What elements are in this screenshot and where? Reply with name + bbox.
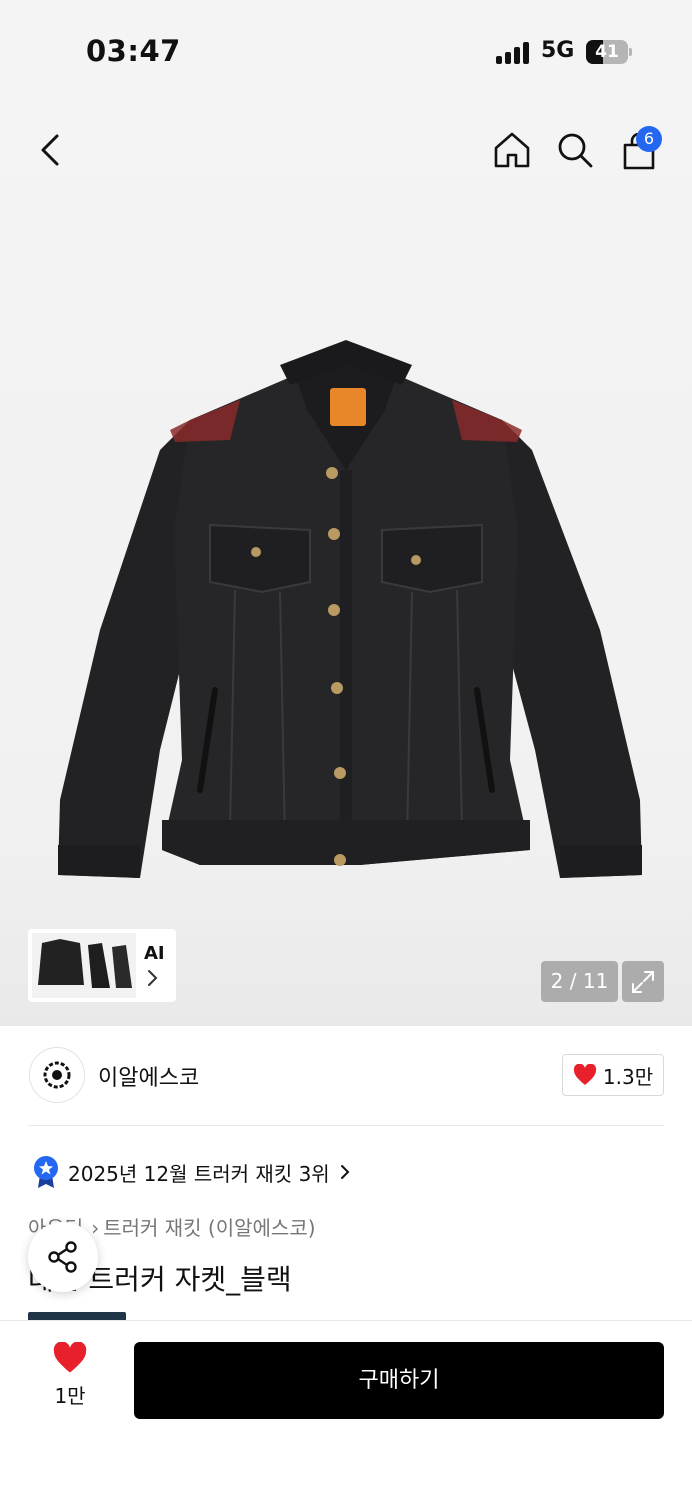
divider bbox=[28, 1125, 664, 1126]
ai-thumbnail-button[interactable]: AI bbox=[28, 929, 176, 1002]
battery-icon: 41 bbox=[586, 40, 632, 64]
status-bar: 03:47 5G 41 bbox=[0, 0, 692, 100]
product-tag bbox=[28, 1312, 126, 1320]
network-label: 5G bbox=[541, 38, 575, 63]
ai-label: AI bbox=[144, 943, 165, 964]
share-icon bbox=[48, 1241, 77, 1273]
heart-icon bbox=[573, 1064, 596, 1085]
expand-icon bbox=[632, 970, 654, 993]
chevron-left-icon bbox=[41, 134, 59, 166]
expand-image-button[interactable] bbox=[622, 961, 664, 1002]
signal-icon bbox=[496, 42, 532, 64]
back-button[interactable] bbox=[28, 128, 72, 172]
search-button[interactable] bbox=[553, 128, 597, 172]
home-button[interactable] bbox=[490, 128, 534, 172]
wishlist-count: 1만 bbox=[54, 1384, 86, 1408]
brand-like-count: 1.3만 bbox=[602, 1064, 654, 1089]
thumbnail-images bbox=[32, 933, 136, 998]
home-icon bbox=[494, 132, 530, 168]
status-time: 03:47 bbox=[86, 34, 181, 68]
brand-like-button[interactable]: 1.3만 bbox=[562, 1054, 664, 1096]
heart-icon bbox=[53, 1341, 87, 1373]
battery-level: 41 bbox=[595, 42, 619, 62]
chevron-right-icon bbox=[340, 1165, 350, 1179]
brand-name[interactable]: 이알에스코 bbox=[98, 1060, 199, 1092]
chevron-right-icon bbox=[148, 970, 158, 986]
chevron-right-icon: › bbox=[91, 1216, 100, 1240]
breadcrumb-subcategory[interactable]: 트러커 재킷 (이알에스코) bbox=[103, 1216, 315, 1240]
search-icon bbox=[558, 133, 593, 168]
brand-logo-image bbox=[43, 1061, 71, 1089]
wishlist-button[interactable]: 1만 bbox=[34, 1341, 106, 1418]
ranking-link[interactable]: 2025년 12월 트러커 재킷 3위 bbox=[32, 1154, 350, 1190]
share-button[interactable] bbox=[28, 1222, 98, 1292]
ranking-badge-icon bbox=[34, 1156, 58, 1188]
buy-button[interactable]: 구매하기 bbox=[134, 1342, 664, 1419]
brand-logo[interactable] bbox=[29, 1047, 85, 1103]
cart-count-badge: 6 bbox=[636, 126, 662, 152]
image-counter: 2 / 11 bbox=[541, 961, 618, 1002]
product-image[interactable] bbox=[40, 330, 652, 900]
ranking-text: 2025년 12월 트러커 재킷 3위 bbox=[68, 1161, 330, 1186]
